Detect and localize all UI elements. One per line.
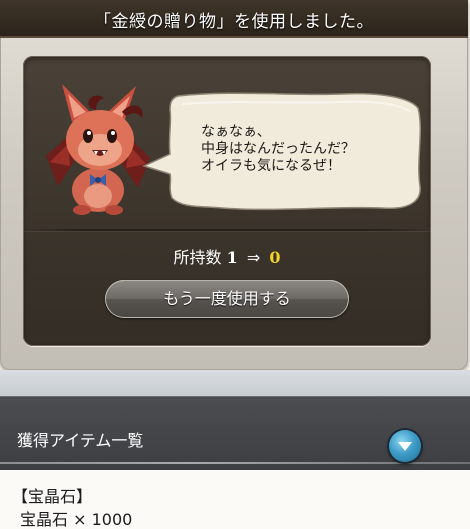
count-before: 1 <box>226 248 238 267</box>
expand-button[interactable] <box>389 430 421 462</box>
popup-title: 「金綬の贈り物」を使用しました。 <box>94 12 374 32</box>
panel-divider <box>23 229 431 231</box>
item-count: 所持数 1 ⇒ 0 <box>23 244 431 268</box>
item-name: 宝晶石 <box>20 510 69 529</box>
speech-line: オイラも気になるぜ！ <box>201 158 341 174</box>
screen: 「金綬の贈り物」を使用しました。 なぁなぁ、 中身はなんだったんだ？ オイラも気… <box>0 0 470 529</box>
list-item: 宝晶石 × 1000 <box>20 506 132 529</box>
speech-line: なぁなぁ、 <box>201 124 271 140</box>
item-category: 【宝晶石】 <box>12 487 93 506</box>
speech-line: 中身はなんだったんだ？ <box>201 141 355 157</box>
count-arrow: ⇒ <box>246 248 261 267</box>
red-dragon-mascot-icon <box>46 84 150 215</box>
chevron-down-icon <box>398 442 412 451</box>
count-label: 所持数 <box>173 248 222 267</box>
item-quantity: × 1000 <box>73 510 133 529</box>
obtained-items-title: 獲得アイテム一覧 <box>17 431 144 450</box>
header-underline <box>0 462 470 464</box>
use-again-button[interactable]: もう一度使用する <box>105 280 349 318</box>
count-after: 0 <box>269 248 281 267</box>
lower-band <box>0 370 470 396</box>
speech-text: なぁなぁ、 中身はなんだったんだ？ オイラも気になるぜ！ <box>201 124 401 175</box>
